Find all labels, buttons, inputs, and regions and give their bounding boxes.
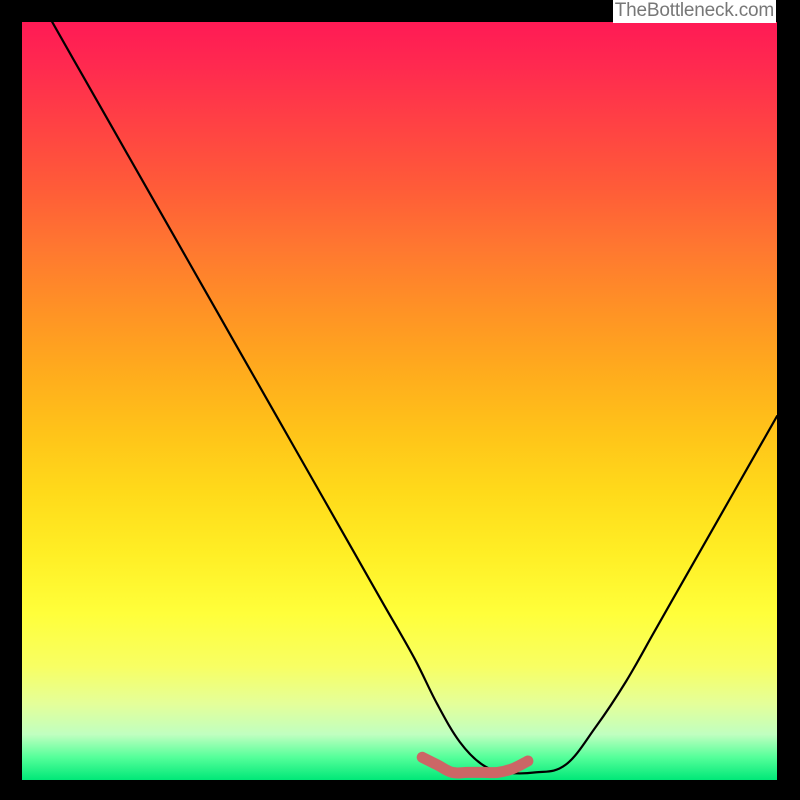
chart-gradient-background — [22, 22, 777, 780]
watermark-label: TheBottleneck.com — [613, 0, 776, 23]
chart-frame: TheBottleneck.com — [0, 0, 800, 800]
